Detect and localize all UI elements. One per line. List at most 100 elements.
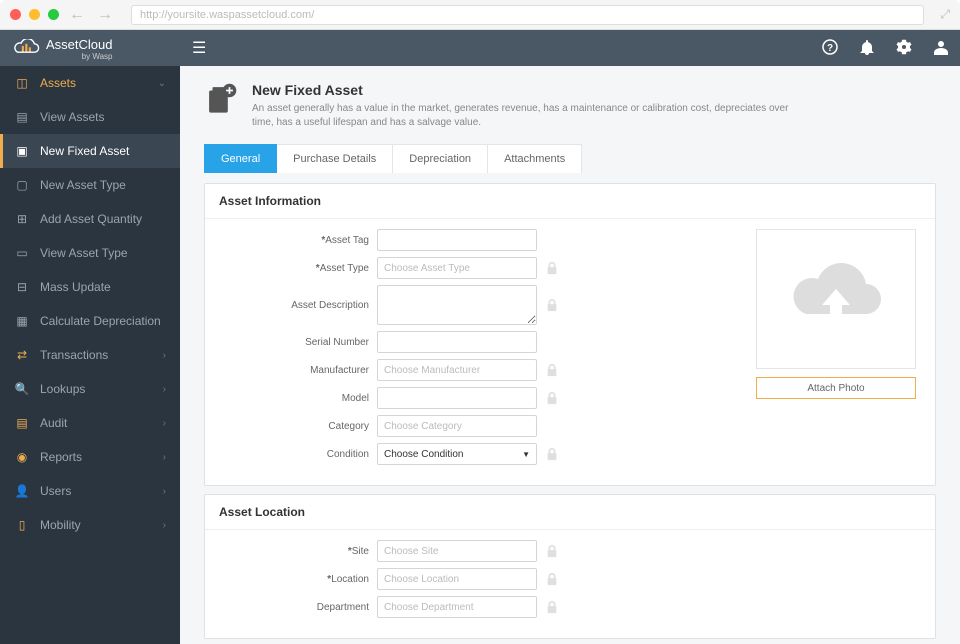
sidebar-item-calculate-depreciation[interactable]: ▦ Calculate Depreciation bbox=[0, 304, 180, 338]
sidebar-item-new-fixed-asset[interactable]: ▣ New Fixed Asset bbox=[0, 134, 180, 168]
nav-label: View Asset Type bbox=[40, 246, 128, 260]
nav-section-users[interactable]: 👤 Users › bbox=[0, 474, 180, 508]
sidebar-item-new-asset-type[interactable]: ▢ New Asset Type bbox=[0, 168, 180, 202]
nav-label: Reports bbox=[40, 450, 82, 464]
site-input[interactable] bbox=[377, 540, 537, 562]
type-icon: ▢ bbox=[14, 177, 30, 193]
label-condition: Condition bbox=[219, 449, 369, 460]
asset-description-input[interactable] bbox=[377, 285, 537, 325]
logo-text: AssetCloud bbox=[46, 37, 112, 52]
label-manufacturer: Manufacturer bbox=[219, 365, 369, 376]
url-bar[interactable]: http://yoursite.waspassetcloud.com/ bbox=[131, 5, 924, 25]
sidebar-item-view-asset-type[interactable]: ▭ View Asset Type bbox=[0, 236, 180, 270]
serial-number-input[interactable] bbox=[377, 331, 537, 353]
logo-cloud-icon bbox=[12, 39, 40, 57]
notifications-icon[interactable] bbox=[860, 39, 874, 58]
label-asset-tag: *Asset Tag bbox=[219, 235, 369, 246]
audit-icon: ▤ bbox=[14, 415, 30, 431]
nav-label: Audit bbox=[40, 416, 67, 430]
category-input[interactable] bbox=[377, 415, 537, 437]
nav-section-reports[interactable]: ◉ Reports › bbox=[0, 440, 180, 474]
card-asset-information: Asset Information *Asset Tag *Asset Type bbox=[204, 183, 936, 486]
window-minimize[interactable] bbox=[29, 9, 40, 20]
lock-icon bbox=[545, 261, 559, 275]
photo-placeholder bbox=[756, 229, 916, 369]
logo[interactable]: AssetCloud by Wasp bbox=[12, 36, 180, 61]
attach-photo-button[interactable]: Attach Photo bbox=[756, 377, 916, 399]
nav-label: Assets bbox=[40, 76, 76, 90]
tab-attachments[interactable]: Attachments bbox=[488, 144, 582, 173]
label-description: Asset Description bbox=[219, 300, 369, 311]
settings-icon[interactable] bbox=[896, 39, 912, 58]
model-input[interactable] bbox=[377, 387, 537, 409]
nav-label: Mass Update bbox=[40, 280, 111, 294]
label-serial: Serial Number bbox=[219, 337, 369, 348]
label-location: *Location bbox=[219, 574, 369, 585]
nav-back-icon[interactable]: ← bbox=[69, 6, 85, 24]
sidebar-item-add-asset-quantity[interactable]: ⊞ Add Asset Quantity bbox=[0, 202, 180, 236]
lock-icon bbox=[545, 391, 559, 405]
calculator-icon: ▦ bbox=[14, 313, 30, 329]
chevron-right-icon: › bbox=[163, 350, 166, 361]
page-header: New Fixed Asset An asset generally has a… bbox=[204, 82, 936, 130]
chevron-right-icon: › bbox=[163, 384, 166, 395]
label-model: Model bbox=[219, 393, 369, 404]
asset-tag-input[interactable] bbox=[377, 229, 537, 251]
card-asset-location: Asset Location *Site *Location Departmen… bbox=[204, 494, 936, 639]
tab-purchase-details[interactable]: Purchase Details bbox=[277, 144, 393, 173]
lock-icon bbox=[545, 447, 559, 461]
chevron-right-icon: › bbox=[163, 520, 166, 531]
help-icon[interactable]: ? bbox=[822, 39, 838, 58]
mass-update-icon: ⊟ bbox=[14, 279, 30, 295]
lock-icon bbox=[545, 572, 559, 586]
page-title: New Fixed Asset bbox=[252, 82, 812, 98]
nav-label: New Fixed Asset bbox=[40, 144, 129, 158]
label-site: *Site bbox=[219, 546, 369, 557]
nav-section-assets[interactable]: ◫ Assets ⌄ bbox=[0, 66, 180, 100]
lock-icon bbox=[545, 298, 559, 312]
nav-label: Add Asset Quantity bbox=[40, 212, 142, 226]
transactions-icon: ⇄ bbox=[14, 347, 30, 363]
nav-forward-icon[interactable]: → bbox=[97, 6, 113, 24]
logo-sub: by Wasp bbox=[46, 52, 112, 61]
topbar: AssetCloud by Wasp ☰ ? bbox=[0, 30, 960, 66]
asset-type-input[interactable] bbox=[377, 257, 537, 279]
location-input[interactable] bbox=[377, 568, 537, 590]
sidebar-item-mass-update[interactable]: ⊟ Mass Update bbox=[0, 270, 180, 304]
hamburger-icon[interactable]: ☰ bbox=[192, 38, 206, 58]
nav-section-audit[interactable]: ▤ Audit › bbox=[0, 406, 180, 440]
manufacturer-input[interactable] bbox=[377, 359, 537, 381]
upload-cloud-icon bbox=[786, 259, 886, 339]
chevron-down-icon: ⌄ bbox=[158, 78, 166, 89]
expand-icon[interactable]: ⤢ bbox=[940, 7, 950, 22]
tab-general[interactable]: General bbox=[204, 144, 277, 173]
page-icon bbox=[204, 82, 238, 116]
nav-section-transactions[interactable]: ⇄ Transactions › bbox=[0, 338, 180, 372]
user-icon[interactable] bbox=[934, 39, 948, 58]
label-department: Department bbox=[219, 602, 369, 613]
nav-section-mobility[interactable]: ▯ Mobility › bbox=[0, 508, 180, 542]
condition-select[interactable]: Choose Condition ▼ bbox=[377, 443, 537, 465]
label-category: Category bbox=[219, 421, 369, 432]
main-content: New Fixed Asset An asset generally has a… bbox=[180, 30, 960, 644]
tabs: General Purchase Details Depreciation At… bbox=[204, 144, 936, 173]
window-maximize[interactable] bbox=[48, 9, 59, 20]
sidebar-item-view-assets[interactable]: ▤ View Assets bbox=[0, 100, 180, 134]
quantity-icon: ⊞ bbox=[14, 211, 30, 227]
svg-text:?: ? bbox=[827, 43, 833, 54]
lock-icon bbox=[545, 544, 559, 558]
nav-label: New Asset Type bbox=[40, 178, 126, 192]
nav-label: Lookups bbox=[40, 382, 85, 396]
department-input[interactable] bbox=[377, 596, 537, 618]
card-header: Asset Location bbox=[205, 495, 935, 530]
page-description: An asset generally has a value in the ma… bbox=[252, 102, 812, 130]
tab-depreciation[interactable]: Depreciation bbox=[393, 144, 488, 173]
assets-icon: ◫ bbox=[14, 75, 30, 91]
users-icon: 👤 bbox=[14, 483, 30, 499]
search-icon: 🔍 bbox=[14, 381, 30, 397]
list-icon: ▤ bbox=[14, 109, 30, 125]
window-close[interactable] bbox=[10, 9, 21, 20]
nav-label: Users bbox=[40, 484, 71, 498]
card-header: Asset Information bbox=[205, 184, 935, 219]
nav-section-lookups[interactable]: 🔍 Lookups › bbox=[0, 372, 180, 406]
